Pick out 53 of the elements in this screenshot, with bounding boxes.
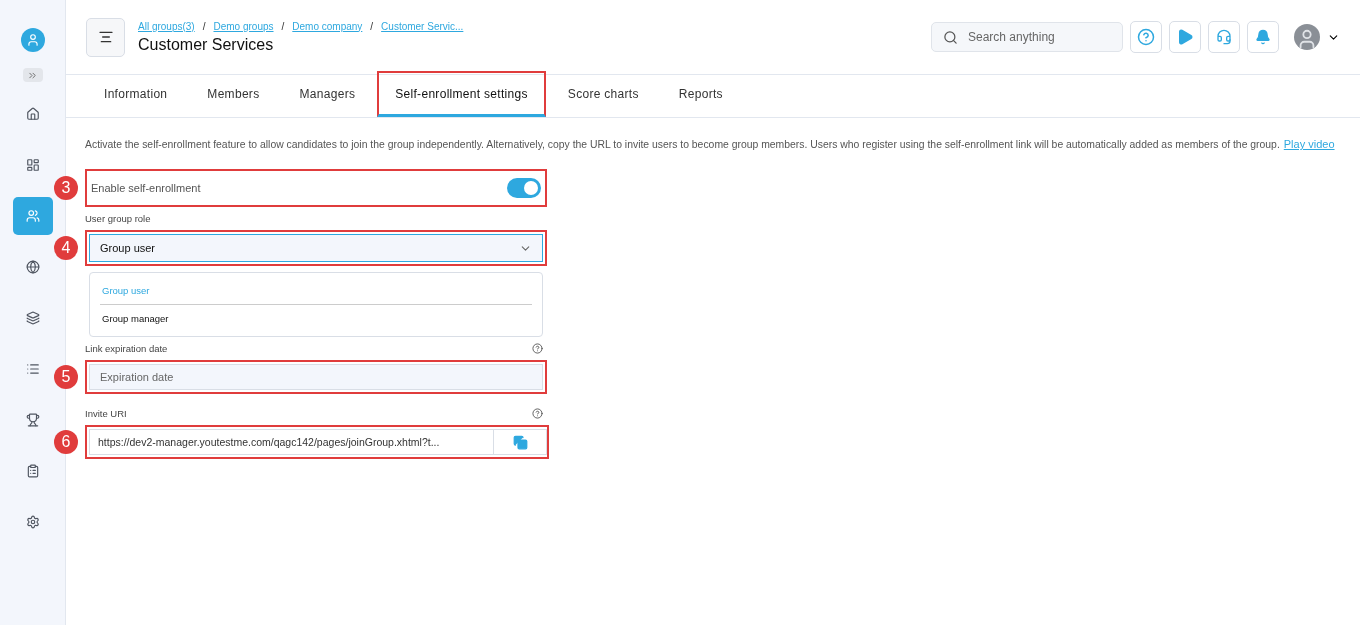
page-title: Customer Services: [138, 35, 275, 54]
dropdown-option[interactable]: Group manager: [100, 304, 532, 332]
expiration-date-field[interactable]: Expiration date: [89, 364, 543, 390]
notifications-button[interactable]: [1247, 21, 1279, 53]
field-label: Link expiration date: [85, 343, 168, 354]
field-label: User group role: [85, 213, 151, 224]
expand-sidebar-button[interactable]: [22, 68, 43, 82]
search-icon: [943, 29, 958, 45]
field-label: Invite URI: [85, 408, 127, 419]
clipboard-icon: [25, 464, 40, 478]
bell-icon: [1255, 29, 1271, 45]
callout-badge: 4: [54, 236, 78, 260]
help-button[interactable]: [1130, 21, 1162, 53]
person-icon: [25, 33, 40, 47]
tab[interactable]: Members: [189, 71, 278, 117]
callout-badge: 3: [54, 176, 78, 200]
avatar[interactable]: [1294, 24, 1320, 50]
callout-badge: 6: [54, 430, 78, 454]
description-text: Activate the self-enrollment feature to allow candidates to join the group independently. Alternatively, copy the URL to invite users to become group members. Users who register using the self-enrollment link will be automatically added as members of the group. Play video: [85, 138, 1336, 150]
copy-button[interactable]: [493, 429, 547, 455]
users-icon: [25, 209, 40, 223]
tab[interactable]: Information: [86, 71, 186, 117]
tab[interactable]: Managers: [281, 71, 374, 117]
home-icon: [25, 107, 40, 121]
globe-icon: [25, 260, 40, 274]
callout-badge: 5: [54, 365, 78, 389]
dashboard-icon: [25, 158, 40, 172]
help-icon: [532, 343, 543, 354]
breadcrumb-separator: /: [370, 20, 374, 32]
help-icon: [532, 408, 543, 419]
play-button[interactable]: [1169, 21, 1201, 53]
copy-icon: [512, 434, 528, 450]
breadcrumb-separator: /: [281, 20, 285, 32]
invite-uri-field[interactable]: https://dev2-manager.youtestme.com/qagc142/pages/joinGroup.xhtml?t...: [89, 429, 493, 455]
settings-icon: [25, 515, 40, 529]
trophy-icon: [25, 413, 40, 427]
menu-button[interactable]: [86, 17, 125, 57]
tab[interactable]: Self-enrollment settings: [377, 71, 546, 117]
tab[interactable]: Reports: [660, 71, 741, 117]
sidebar-nav-button[interactable]: [12, 197, 53, 235]
tab[interactable]: Score charts: [549, 71, 657, 117]
search-field[interactable]: Search anything: [931, 22, 1123, 52]
play-icon: [1176, 28, 1194, 46]
list-icon: [25, 362, 40, 376]
breadcrumb-separator: /: [202, 20, 206, 32]
toggle-switch[interactable]: [507, 178, 541, 198]
toggle-label: Enable self-enrollment: [91, 182, 201, 194]
role-select[interactable]: Group user: [89, 234, 543, 262]
headset-button[interactable]: [1208, 21, 1240, 53]
menu-icon: [97, 29, 114, 45]
layers-icon: [25, 311, 40, 325]
headset-icon: [1216, 29, 1232, 45]
help-icon: [1137, 28, 1155, 46]
